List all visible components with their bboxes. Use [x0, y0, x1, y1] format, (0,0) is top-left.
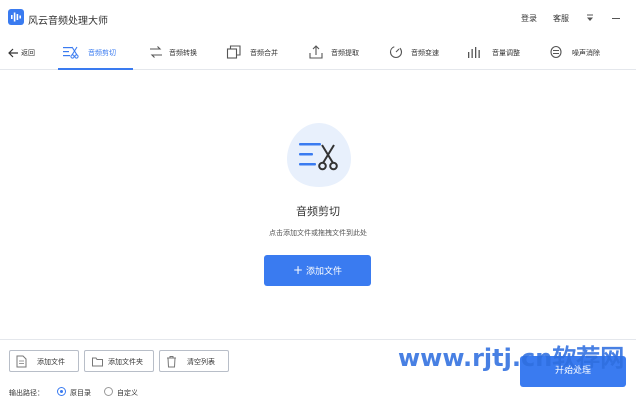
file-icon	[16, 355, 27, 368]
add-folder-label: 添加文件夹	[108, 358, 143, 366]
radio-original-label: 原目录	[70, 389, 91, 397]
tab-noise-removal[interactable]: 噪声消除	[549, 36, 609, 70]
noise-icon	[550, 45, 562, 59]
add-file-footer-button[interactable]: 添加文件	[9, 350, 79, 372]
add-file-button[interactable]: + 添加文件	[264, 255, 371, 286]
tab-audio-convert[interactable]: 音频转换	[148, 36, 208, 70]
radio-custom-dir[interactable]: 自定义	[104, 387, 144, 397]
clear-list-label: 清空列表	[187, 358, 215, 366]
plus-icon: +	[292, 263, 304, 277]
customer-service-link[interactable]: 客服	[553, 13, 569, 24]
output-path-label: 输出路径：	[9, 389, 44, 397]
minimize-icon[interactable]	[610, 12, 622, 24]
function-toolbar: 返回 音频剪切 音频转换 音频合并 音频提取 音频变速 音量调整 噪声消除	[0, 36, 636, 70]
tab-label: 音量调整	[492, 49, 520, 57]
title-bar: 风云音频处理大师 登录 客服	[0, 0, 636, 36]
radio-original-dir[interactable]: 原目录	[57, 387, 97, 397]
scissors-hero-icon	[287, 123, 351, 187]
tab-audio-cut[interactable]: 音频剪切	[63, 36, 133, 70]
tab-label: 音频转换	[169, 49, 197, 57]
radio-circle	[104, 387, 113, 396]
dropdown-menu-icon[interactable]	[584, 12, 596, 24]
add-file-footer-label: 添加文件	[37, 358, 65, 366]
merge-icon	[226, 45, 241, 59]
speed-icon	[389, 45, 403, 59]
login-link[interactable]: 登录	[521, 13, 537, 24]
tab-label: 音频提取	[331, 49, 359, 57]
page-title: 音频剪切	[296, 205, 340, 218]
sound-wave-icon	[8, 9, 24, 25]
radio-custom-label: 自定义	[117, 389, 138, 397]
tab-label: 音频变速	[411, 49, 439, 57]
tab-audio-merge[interactable]: 音频合并	[226, 36, 288, 70]
tab-audio-extract[interactable]: 音频提取	[308, 36, 368, 70]
folder-icon	[92, 357, 103, 367]
extract-icon	[309, 45, 323, 59]
radio-circle	[57, 387, 66, 396]
back-arrow-icon	[8, 48, 18, 58]
trash-icon	[167, 356, 176, 368]
tab-label: 噪声消除	[572, 49, 600, 57]
add-folder-button[interactable]: 添加文件夹	[84, 350, 154, 372]
tab-volume-adjust[interactable]: 音量调整	[467, 36, 527, 70]
convert-arrows-icon	[150, 46, 162, 58]
add-file-label: 添加文件	[306, 267, 343, 277]
tab-audio-speed[interactable]: 音频变速	[389, 36, 449, 70]
drop-hint: 点击添加文件或拖拽文件到此处	[269, 229, 367, 237]
start-processing-button[interactable]: 开始处理	[520, 356, 626, 387]
tab-label: 音频剪切	[88, 49, 116, 57]
back-label: 返回	[21, 49, 35, 57]
tab-label: 音频合并	[250, 49, 278, 57]
volume-bars-icon	[468, 47, 480, 58]
scissors-icon	[63, 46, 79, 59]
app-title: 风云音频处理大师	[28, 16, 108, 27]
clear-list-button[interactable]: 清空列表	[159, 350, 229, 372]
active-tab-indicator	[58, 68, 133, 70]
